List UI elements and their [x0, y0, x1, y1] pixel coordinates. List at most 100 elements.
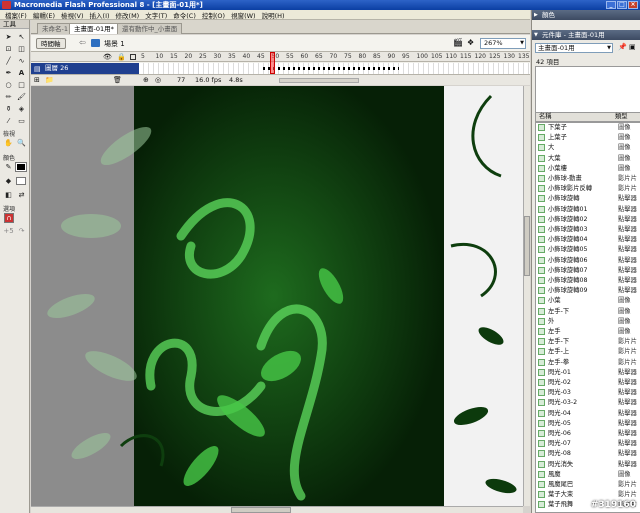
library-item[interactable]: 閃光-02 點擊器 — [536, 378, 640, 387]
timeline-toggle-button[interactable]: 時間軸 — [36, 38, 66, 49]
library-item[interactable]: 小葉樓 圖像 — [536, 164, 640, 173]
library-item[interactable]: 閃光-06 點擊器 — [536, 429, 640, 438]
vscroll-thumb[interactable] — [524, 216, 530, 276]
menu-edit[interactable]: 編輯(E) — [30, 10, 58, 20]
eye-icon[interactable]: 👁 — [103, 53, 112, 61]
library-item[interactable]: 小飾球旋轉05 點擊器 — [536, 245, 640, 254]
library-item[interactable]: 閃光-05 點擊器 — [536, 419, 640, 428]
library-select[interactable]: 主畫面-01用 ▼ — [535, 43, 613, 53]
library-item[interactable]: 左手-拳 影片片 — [536, 358, 640, 367]
paint-bucket-tool-icon[interactable]: ◈ — [16, 104, 27, 114]
menu-text[interactable]: 文字(T) — [142, 10, 170, 20]
menu-help[interactable]: 說明(H) — [259, 10, 288, 20]
library-item[interactable]: 左手-下 圖像 — [536, 307, 640, 316]
menu-commands[interactable]: 命令(C) — [170, 10, 199, 20]
tab-action-small[interactable]: 還有動作中_小畫面 — [117, 23, 183, 34]
stage-vscroll[interactable] — [523, 86, 530, 506]
fill-transform-tool-icon[interactable]: ◫ — [16, 44, 27, 54]
library-item[interactable]: 上葉子 圖像 — [536, 133, 640, 142]
snap-magnet-icon[interactable]: ∩ — [4, 213, 14, 223]
straighten-icon[interactable]: ↷ — [16, 226, 27, 236]
library-item[interactable]: 小飾球旋轉04 點擊器 — [536, 235, 640, 244]
fill-color-icon[interactable]: ◆ — [3, 176, 14, 186]
stage-area[interactable] — [31, 86, 523, 506]
col-type[interactable]: 類型 — [615, 113, 628, 121]
library-item[interactable]: 小飾球影片反轉 影片片 — [536, 184, 640, 193]
rectangle-tool-icon[interactable]: □ — [16, 80, 27, 90]
playhead[interactable] — [270, 52, 275, 74]
library-item[interactable]: 左手 圖像 — [536, 327, 640, 336]
zoom-select[interactable]: 267% ▼ — [480, 38, 526, 49]
text-tool-icon[interactable]: A — [16, 68, 27, 78]
library-item[interactable]: 閃光-03 點擊器 — [536, 388, 640, 397]
library-item[interactable]: 左手-上 影片片 — [536, 347, 640, 356]
hscroll-thumb[interactable] — [231, 507, 291, 513]
layer-frames[interactable] — [139, 63, 530, 74]
library-item[interactable]: 小飾球旋轉 點擊器 — [536, 194, 640, 203]
menu-window[interactable]: 視窗(W) — [228, 10, 259, 20]
delete-layer-icon[interactable]: 🗑 — [113, 76, 122, 84]
library-item[interactable]: 閃光-01 點擊器 — [536, 368, 640, 377]
edit-scene-icon[interactable]: 🎬 — [453, 38, 463, 47]
library-item[interactable]: 小飾球旋轉07 點擊器 — [536, 266, 640, 275]
col-name[interactable]: 名稱 — [539, 113, 552, 121]
library-item[interactable]: 小飾球旋轉01 點擊器 — [536, 205, 640, 214]
library-item[interactable]: 外 圖像 — [536, 317, 640, 326]
subselect-tool-icon[interactable]: ↖ — [16, 32, 27, 42]
hand-tool-icon[interactable]: ✋ — [3, 138, 14, 148]
library-item[interactable]: 閃光-08 點擊器 — [536, 449, 640, 458]
library-item[interactable]: 閃光消失 點擊器 — [536, 460, 640, 469]
color-panel-header[interactable]: ▶ 顏色 — [532, 10, 640, 20]
library-item[interactable]: 小飾球旋轉08 點擊器 — [536, 276, 640, 285]
library-item[interactable]: 小飾球旋轉06 點擊器 — [536, 256, 640, 265]
menu-insert[interactable]: 插入(I) — [87, 10, 113, 20]
maximize-button[interactable]: □ — [617, 1, 627, 9]
minimize-button[interactable]: _ — [606, 1, 616, 9]
edit-symbol-icon[interactable]: ❖ — [467, 38, 474, 47]
lock-icon[interactable]: 🔒 — [117, 53, 126, 61]
pencil-tool-icon[interactable]: ✏ — [3, 92, 14, 102]
brush-tool-icon[interactable]: 🖌 — [16, 92, 27, 102]
library-item[interactable]: 小飾球-動畫 影片片 — [536, 174, 640, 183]
free-transform-tool-icon[interactable]: ⊡ — [3, 44, 14, 54]
library-item[interactable]: 下葉子 圖像 — [536, 123, 640, 132]
new-library-icon[interactable]: ▣ — [629, 43, 636, 51]
library-item[interactable]: 葉子大束 影片片 — [536, 490, 640, 499]
menu-view[interactable]: 檢視(V) — [58, 10, 87, 20]
library-item[interactable]: 大葉 圖像 — [536, 154, 640, 163]
selection-tool-icon[interactable]: ➤ — [3, 32, 14, 42]
center-frame-icon[interactable]: ⊕ — [143, 76, 149, 84]
oval-tool-icon[interactable]: ○ — [3, 80, 14, 90]
add-layer-icon[interactable]: ⊞ — [34, 76, 40, 84]
ink-bottle-tool-icon[interactable]: ⚱ — [3, 104, 14, 114]
back-arrow-icon[interactable]: ⇦ — [79, 38, 86, 47]
library-item[interactable]: 小葉 圖像 — [536, 296, 640, 305]
pen-tool-icon[interactable]: ✒ — [3, 68, 14, 78]
layer-row[interactable]: ▤ 圖層 26 — [31, 63, 139, 74]
timeline-hscroll[interactable] — [279, 78, 359, 83]
swap-colors-icon[interactable]: ⇄ — [16, 190, 27, 200]
library-panel-header[interactable]: ▼ 元件庫 - 主畫面-01用 — [532, 30, 640, 40]
library-item[interactable]: 閃光-03-2 點擊器 — [536, 398, 640, 407]
library-item[interactable]: 小飾球旋轉09 點擊器 — [536, 286, 640, 295]
eraser-tool-icon[interactable]: ▭ — [16, 116, 27, 126]
stroke-color-icon[interactable]: ✎ — [3, 162, 14, 172]
library-item[interactable]: 大 圖像 — [536, 143, 640, 152]
library-item[interactable]: 小飾球旋轉02 點擊器 — [536, 215, 640, 224]
menu-file[interactable]: 檔案(F) — [2, 10, 30, 20]
line-tool-icon[interactable]: ╱ — [3, 56, 14, 66]
stroke-color-swatch[interactable] — [15, 162, 27, 172]
library-item[interactable]: 閃光-07 點擊器 — [536, 439, 640, 448]
menu-control[interactable]: 控制(O) — [199, 10, 228, 20]
add-folder-icon[interactable]: 📁 — [45, 76, 54, 84]
frame-rate[interactable]: 16.0 fps — [195, 76, 221, 84]
menu-modify[interactable]: 修改(M) — [113, 10, 143, 20]
smooth-icon[interactable]: +5 — [3, 226, 14, 236]
pin-icon[interactable]: 📌 — [618, 43, 627, 51]
tab-untitled[interactable]: 未命名-1 — [37, 23, 73, 34]
stage-hscroll[interactable] — [31, 506, 523, 513]
frame-ruler[interactable]: 5 10 15 20 25 30 35 40 45 50 55 60 65 70 75 80 85 90 95 100… — [139, 52, 530, 62]
library-item[interactable]: 風魔 圖像 — [536, 470, 640, 479]
tab-main-screen[interactable]: 主畫面-01用* — [69, 23, 119, 34]
library-item[interactable]: 小飾球旋轉03 點擊器 — [536, 225, 640, 234]
